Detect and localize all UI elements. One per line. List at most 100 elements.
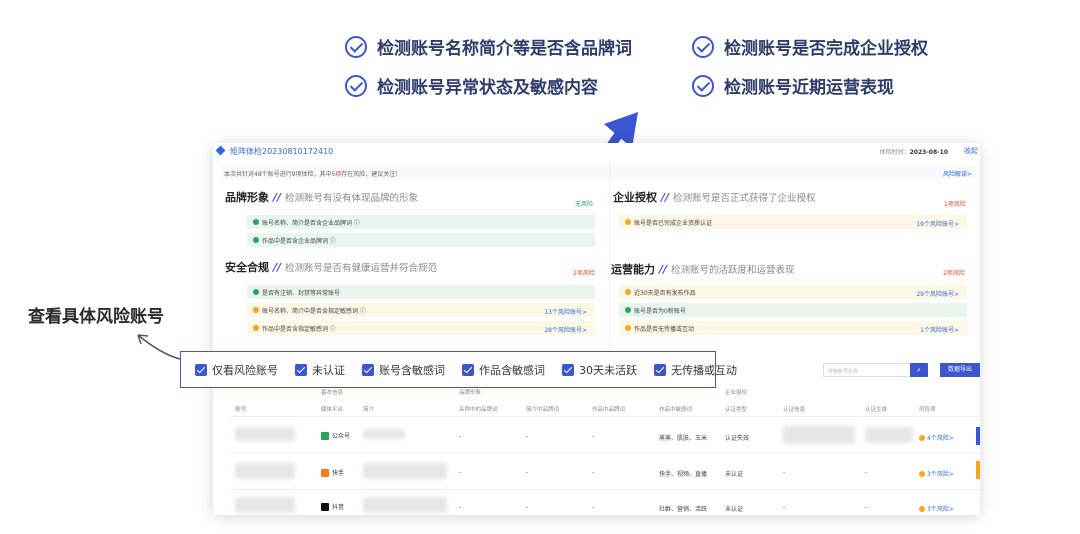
summary-bar: 本次共针对48个账号进行9项体检，其中5项存在风险，建议关注！ 风险解读> xyxy=(221,165,976,179)
table-group-header: 基本信息 xyxy=(321,390,344,396)
filter-label: 账号含敏感词 xyxy=(379,363,445,377)
risk-account-link[interactable]: 28个风险账号> xyxy=(544,325,587,334)
check-row: 作品中是否含指定敏感词 ⓘ 28个风险账号> xyxy=(247,321,595,335)
douyin-icon xyxy=(321,502,329,511)
feature-enterprise-auth: 检测账号是否完成企业授权 xyxy=(692,34,928,59)
platform-cell: 公众号 xyxy=(321,431,350,440)
search-icon: ⌕ xyxy=(917,366,921,374)
check-circle-icon xyxy=(345,74,367,97)
checkbox-checked-icon[interactable] xyxy=(295,363,307,376)
filter-label: 无传播或互动 xyxy=(671,363,737,377)
search-button[interactable]: ⌕ xyxy=(910,363,928,377)
status-ok-icon xyxy=(253,219,259,225)
risk-count-link[interactable]: 3个风险> xyxy=(919,469,954,478)
table-cell: - xyxy=(526,433,529,440)
table-cell: 未认证 xyxy=(725,471,744,478)
checkbox-checked-icon[interactable] xyxy=(195,363,207,376)
table-cell: - xyxy=(459,504,462,511)
filter-unverified[interactable]: 未认证 xyxy=(295,362,345,378)
check-row: 近30天是否有发布作品 29个风险账号> xyxy=(619,285,967,299)
filter-risk-only[interactable]: 仅看风险账号 xyxy=(195,362,278,378)
table-cell: - xyxy=(592,469,595,476)
warn-icon xyxy=(919,505,925,512)
filter-label: 30天未活跃 xyxy=(579,363,637,377)
risk-account-link[interactable]: 29个风险账号> xyxy=(916,289,959,298)
diamond-icon xyxy=(215,145,226,156)
column-divider xyxy=(609,161,610,359)
checkbox-checked-icon[interactable] xyxy=(362,363,374,376)
table-cell: - xyxy=(783,469,786,476)
blurred-bio xyxy=(363,497,447,513)
row-action-stub[interactable] xyxy=(976,427,980,445)
filter-no-interaction[interactable]: 无传播或互动 xyxy=(654,362,737,378)
table-cell: - xyxy=(459,433,462,440)
risk-filter-bar: 仅看风险账号 未认证 账号含敏感词 作品含敏感词 30天未活跃 无传播或互动 xyxy=(180,351,737,388)
checkbox-checked-icon[interactable] xyxy=(462,363,474,376)
check-row: 账号是否为0粉账号 xyxy=(619,303,967,317)
feature-operation: 检测账号近期运营表现 xyxy=(692,73,894,98)
blurred-auth-subject xyxy=(865,427,913,443)
check-row: 账号名称、简介是否含企业品牌词 ⓘ xyxy=(247,215,595,229)
table-cell: - xyxy=(783,504,786,511)
table-cell: - xyxy=(526,469,529,476)
filter-inactive-30d[interactable]: 30天未活跃 xyxy=(562,362,637,378)
table-header: 简介中品牌词 xyxy=(526,407,560,413)
feature-label: 检测账号名称简介等是否含品牌词 xyxy=(377,39,632,59)
callout-label: 查看具体风险账号 xyxy=(28,307,164,327)
filter-account-sensitive[interactable]: 账号含敏感词 xyxy=(362,362,445,378)
checkbox-checked-icon[interactable] xyxy=(562,363,574,376)
export-button[interactable]: 数据导出 xyxy=(940,363,980,377)
section-auth-title: 企业授权//检测账号是否正式获得了企业授权 xyxy=(613,191,816,204)
table-cell: 认证失效 xyxy=(725,435,750,442)
table-header: 账号 xyxy=(235,407,247,413)
feature-label: 检测账号近期运营表现 xyxy=(724,78,894,98)
table-header: 名称中的品牌词 xyxy=(459,407,498,413)
table-group-header: 企业授权 xyxy=(725,390,748,396)
table-cell: - xyxy=(526,504,529,511)
table-header: 简介 xyxy=(363,407,375,413)
check-row: 账号名称、简介中是否含指定敏感词 ⓘ 13个风险账号> xyxy=(247,303,595,317)
table-divider xyxy=(231,452,980,453)
check-time: 体检时间：2023-08-10 xyxy=(879,149,948,156)
collapse-link[interactable]: 收起 xyxy=(964,146,978,156)
brand-risk-tag: 无风险 xyxy=(575,201,594,208)
risk-explain-link[interactable]: 风险解读> xyxy=(943,169,972,178)
risk-count-link[interactable]: 3个风险> xyxy=(919,504,954,513)
status-warn-icon xyxy=(625,289,631,295)
risk-account-link[interactable]: 19个风险账号> xyxy=(916,219,959,228)
filter-work-sensitive[interactable]: 作品含敏感词 xyxy=(462,362,545,378)
table-divider xyxy=(231,416,980,417)
status-ok-icon xyxy=(253,237,259,243)
warn-icon xyxy=(919,434,925,441)
risk-account-link[interactable]: 13个风险账号> xyxy=(544,307,587,316)
row-action-stub[interactable] xyxy=(976,461,980,479)
warn-icon xyxy=(919,470,925,477)
check-circle-icon xyxy=(692,35,714,58)
table-cell: - xyxy=(459,469,462,476)
check-row: 是否有注销、封禁等异常账号 xyxy=(247,285,595,299)
table-header: 媒体平台 xyxy=(321,407,344,413)
kuaishou-icon xyxy=(321,468,329,477)
feature-abnormal-status: 检测账号异常状态及敏感内容 xyxy=(345,73,598,98)
status-warn-icon xyxy=(625,325,631,331)
risk-count-link[interactable]: 4个风险> xyxy=(919,433,954,442)
risk-account-link[interactable]: 1个风险账号> xyxy=(920,325,959,334)
blurred-avatar xyxy=(235,427,295,441)
auth-risk-tag: 1项风险 xyxy=(944,201,966,208)
check-row: 作品中是否含企业品牌词 ⓘ xyxy=(247,233,595,247)
filter-label: 仅看风险账号 xyxy=(212,363,278,377)
checkbox-checked-icon[interactable] xyxy=(654,363,666,376)
report-card: 矩阵体检20230810172410 体检时间：2023-08-10 收起 本次… xyxy=(213,143,980,515)
report-title: 矩阵体检20230810172410 xyxy=(230,147,334,156)
table-divider xyxy=(231,489,980,490)
table-cell: - xyxy=(865,469,868,476)
status-ok-icon xyxy=(625,307,631,313)
table-cell: 蒸蒸、肌肤、玉米 xyxy=(659,435,708,442)
table-header: 风险项 xyxy=(919,407,936,413)
table-cell: - xyxy=(592,433,595,440)
search-input[interactable]: 搜索账号名称 xyxy=(823,363,913,377)
table-cell: 未认证 xyxy=(725,506,744,513)
table-cell: - xyxy=(865,504,868,511)
blurred-avatar xyxy=(235,497,295,513)
table-header: 认证类型 xyxy=(725,407,748,413)
